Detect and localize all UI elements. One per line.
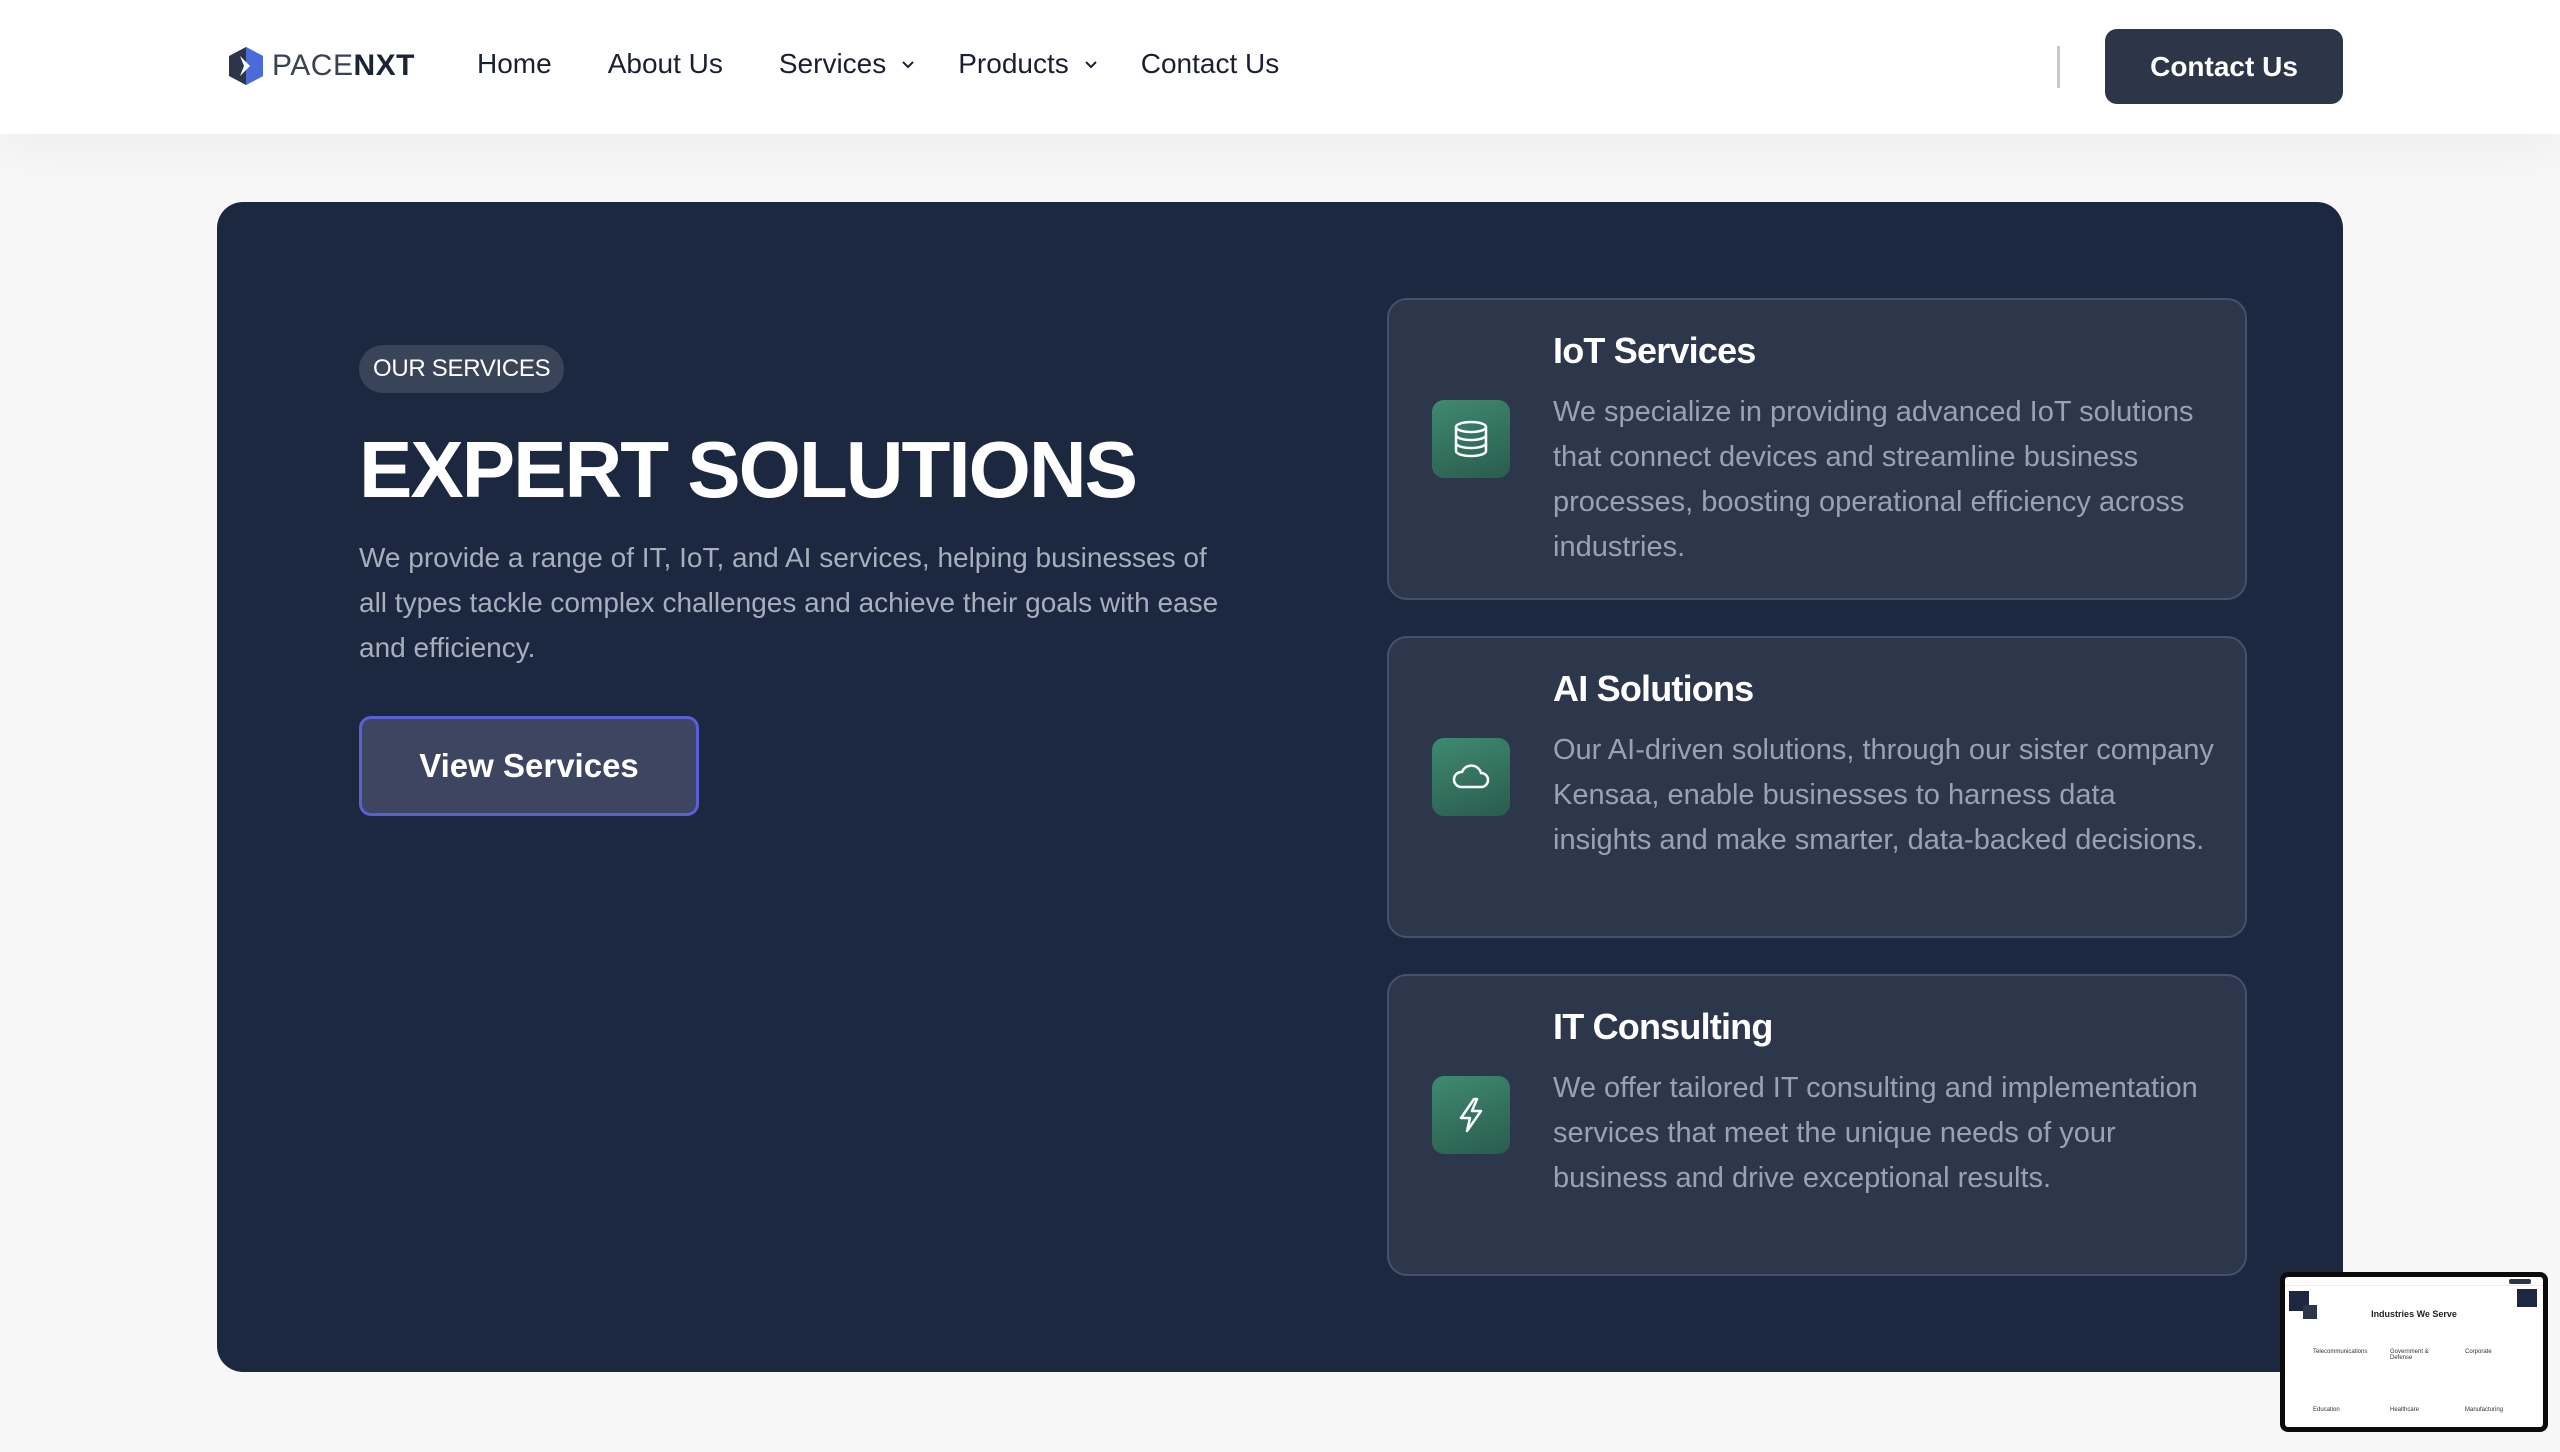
view-services-button[interactable]: View Services	[359, 716, 699, 816]
card-description: We offer tailored IT consulting and impl…	[1553, 1072, 2198, 1194]
nav-services-label: Services	[778, 48, 887, 79]
cloud-icon	[1432, 738, 1510, 816]
preview-title: Industries We Serve	[2371, 1309, 2457, 1319]
chevron-down-icon	[1085, 61, 1097, 69]
page-preview-thumbnail[interactable]: Industries We Serve Telecommunications G…	[2280, 1272, 2548, 1432]
card-title: AI Solutions	[1553, 668, 1754, 709]
database-icon	[1432, 400, 1510, 478]
section-headline: EXPERT SOLUTIONS	[359, 425, 1138, 514]
nav-services[interactable]: Services	[779, 48, 916, 80]
top-navigation-bar: PACENXT Home About Us Services Products …	[0, 0, 2560, 134]
card-description: We specialize in providing advanced IoT …	[1553, 396, 2194, 563]
contact-us-button[interactable]: Contact Us	[2105, 29, 2343, 104]
pacenxt-logo-mark-icon	[229, 47, 263, 85]
preview-cta	[2509, 1279, 2531, 1284]
main-nav: Home About Us Services Products Contact …	[477, 48, 1335, 80]
preview-navbar	[2285, 1277, 2543, 1286]
card-title: IoT Services	[1553, 330, 1756, 371]
preview-item: Corporate	[2465, 1349, 2492, 1355]
services-section: OUR SERVICES EXPERT SOLUTIONS We provide…	[217, 202, 2343, 1372]
preview-item: Education	[2313, 1407, 2340, 1413]
logo-wordmark: PACENXT	[272, 49, 415, 82]
chevron-down-icon	[902, 61, 914, 69]
card-title: IT Consulting	[1553, 1006, 1773, 1047]
header-divider	[2057, 46, 2060, 88]
preview-item: Telecommunications	[2313, 1349, 2368, 1355]
service-card-ai[interactable]: AI Solutions Our AI-driven solutions, th…	[1387, 636, 2247, 938]
card-description: Our AI-driven solutions, through our sis…	[1553, 734, 2214, 856]
nav-home[interactable]: Home	[477, 48, 552, 80]
preview-decor	[2517, 1289, 2537, 1307]
preview-item: Healthcare	[2390, 1407, 2420, 1413]
preview-item: Manufacturing	[2465, 1407, 2504, 1413]
service-card-it-consulting[interactable]: IT Consulting We offer tailored IT consu…	[1387, 974, 2247, 1276]
nav-contact-us[interactable]: Contact Us	[1141, 48, 1280, 80]
service-card-iot[interactable]: IoT Services We specialize in providing …	[1387, 298, 2247, 600]
nav-about-us[interactable]: About Us	[608, 48, 723, 80]
lightning-icon	[1432, 1076, 1510, 1154]
section-description: We provide a range of IT, IoT, and AI se…	[359, 542, 1219, 663]
preview-screen: Industries We Serve Telecommunications G…	[2285, 1277, 2543, 1427]
section-eyebrow-badge: OUR SERVICES	[359, 345, 565, 393]
preview-item: Government & Defense	[2390, 1349, 2429, 1361]
pacenxt-logo[interactable]: PACENXT	[226, 44, 415, 88]
nav-products[interactable]: Products	[958, 48, 1099, 80]
nav-products-label: Products	[958, 48, 1069, 79]
